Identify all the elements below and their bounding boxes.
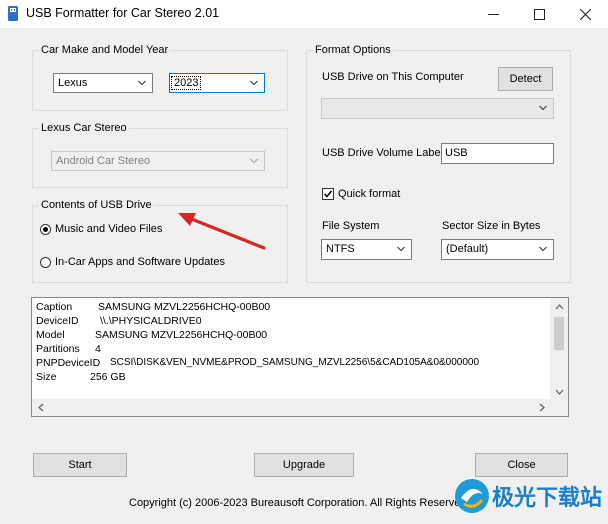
vertical-scrollbar[interactable] [550,298,568,401]
radio-music-video-label: Music and Video Files [55,223,163,235]
sector-size-select[interactable]: (Default) [441,239,554,260]
scrollbar-corner [551,399,568,416]
watermark-logo-icon [455,479,489,513]
info-value: SAMSUNG MZVL2256HCHQ-00B00 [95,329,268,341]
car-stereo-select[interactable]: Android Car Stereo [51,151,265,171]
info-key: Partitions [36,343,80,355]
drive-info-box[interactable]: Caption SAMSUNG MZVL2256HCHQ-00B00 Devic… [31,297,569,417]
usb-drive-label: USB Drive on This Computer [322,71,464,83]
start-button-label: Start [68,459,92,471]
car-stereo-label: Lexus Car Stereo [39,121,129,135]
car-make-model-label: Car Make and Model Year [39,43,171,57]
usb-contents-label: Contents of USB Drive [39,198,154,212]
chevron-down-icon [539,105,547,111]
scroll-right-icon[interactable] [535,399,549,416]
scroll-down-icon[interactable] [551,385,568,399]
car-year-value: 2023 [170,76,202,90]
minimize-icon [487,13,499,15]
chevron-down-icon [397,246,405,252]
info-key: DeviceID [36,315,79,327]
volume-label-value: USB [445,147,468,159]
copyright-text: Copyright (c) 2006-2023 Bureausoft Corpo… [129,497,470,509]
detect-button[interactable]: Detect [498,67,553,91]
info-key: Caption [36,301,73,313]
file-system-label: File System [322,220,380,232]
info-value: 256 GB [90,371,126,383]
upgrade-button-label: Upgrade [282,459,326,471]
info-value: \\.\PHYSICALDRIVE0 [100,315,202,327]
usb-drive-select[interactable] [321,98,554,119]
chevron-down-icon [539,246,547,252]
chevron-down-icon [250,158,258,164]
car-make-value: Lexus [58,77,88,89]
radio-music-video[interactable]: Music and Video Files [40,223,162,235]
sector-size-value: (Default) [446,243,489,255]
car-make-select[interactable]: Lexus [53,73,153,93]
watermark-text: 极光下载站 [492,485,603,510]
radio-car-apps-label: In-Car Apps and Software Updates [55,256,225,268]
close-window-button[interactable] [562,0,608,28]
red-arrow-annotation [178,213,266,250]
maximize-button[interactable] [516,0,562,28]
quick-format-label: Quick format [338,188,401,200]
scroll-up-icon[interactable] [551,300,568,314]
close-icon [579,8,591,20]
checkbox-checked-icon [322,188,334,200]
radio-unchecked-icon [40,256,51,268]
file-system-select[interactable]: NTFS [321,239,412,260]
radio-car-apps[interactable]: In-Car Apps and Software Updates [40,256,225,268]
car-stereo-value: Android Car Stereo [56,155,151,167]
detect-button-label: Detect [509,73,542,85]
title-bar: USB Formatter for Car Stereo 2.01 [0,0,608,28]
quick-format-checkbox[interactable]: Quick format [322,188,400,200]
info-key: Model [36,329,65,341]
scroll-left-icon[interactable] [34,399,48,416]
info-key: PNPDeviceID [36,357,101,369]
minimize-button[interactable] [470,0,516,28]
volume-label-input[interactable]: USB [441,143,554,164]
format-options-label: Format Options [313,43,393,57]
upgrade-button[interactable]: Upgrade [254,453,354,477]
info-key: Size [36,371,57,383]
chevron-down-icon [250,80,258,86]
sector-size-label: Sector Size in Bytes [442,220,541,232]
chevron-down-icon [138,80,146,86]
car-year-select[interactable]: 2023 [169,73,265,93]
info-value: SCSI\DISK&VEN_NVME&PROD_SAMSUNG_MZVL2256… [110,357,480,368]
info-value: 4 [95,343,101,355]
volume-label-caption: USB Drive Volume Label [322,147,444,159]
close-button-label: Close [507,459,536,471]
start-button[interactable]: Start [33,453,127,477]
app-window: USB Formatter for Car Stereo 2.01 Car Ma… [0,0,608,524]
horizontal-scrollbar[interactable] [32,399,551,416]
file-system-value: NTFS [326,243,355,255]
window-title: USB Formatter for Car Stereo 2.01 [26,6,220,20]
scroll-thumb[interactable] [554,317,564,350]
usb-app-icon [8,6,18,21]
radio-checked-icon [40,223,51,235]
maximize-icon [533,8,545,20]
info-value: SAMSUNG MZVL2256HCHQ-00B00 [98,301,271,313]
site-watermark: 极光下载站 [452,472,602,520]
